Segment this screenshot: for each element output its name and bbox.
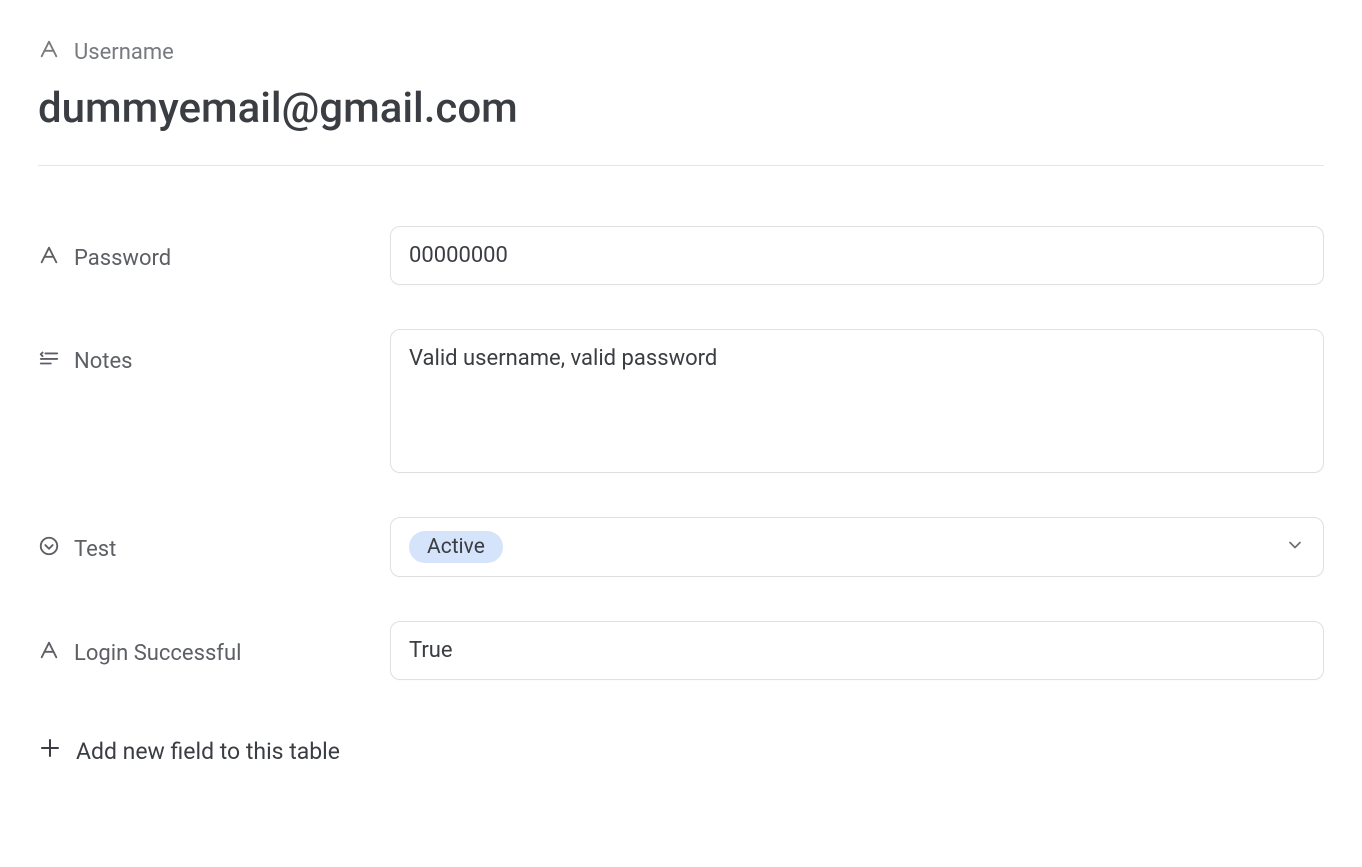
- plus-icon: [38, 736, 62, 766]
- single-select-icon: [38, 535, 60, 563]
- password-row: Password: [38, 226, 1324, 285]
- login-successful-label-text: Login Successful: [74, 641, 241, 666]
- notes-row: Notes: [38, 329, 1324, 473]
- username-field-label: Username: [74, 40, 174, 65]
- notes-label: Notes: [38, 329, 390, 375]
- test-select[interactable]: Active: [390, 517, 1324, 577]
- login-successful-label: Login Successful: [38, 621, 390, 667]
- add-field-button[interactable]: Add new field to this table: [38, 736, 1324, 766]
- password-label: Password: [38, 226, 390, 272]
- test-label-text: Test: [74, 537, 116, 562]
- test-label: Test: [38, 517, 390, 563]
- text-field-icon: [38, 38, 60, 66]
- password-label-text: Password: [74, 246, 171, 271]
- notes-input[interactable]: [390, 329, 1324, 473]
- divider: [38, 165, 1324, 166]
- notes-label-text: Notes: [74, 349, 132, 374]
- add-field-label: Add new field to this table: [76, 738, 340, 765]
- test-row: Test Active: [38, 517, 1324, 577]
- text-field-icon: [38, 639, 60, 667]
- chevron-down-icon: [1285, 535, 1305, 559]
- login-successful-input[interactable]: [390, 621, 1324, 680]
- text-field-icon: [38, 244, 60, 272]
- test-selected-pill: Active: [409, 531, 503, 563]
- username-field-header: Username: [38, 38, 1324, 66]
- password-input[interactable]: [390, 226, 1324, 285]
- login-successful-row: Login Successful: [38, 621, 1324, 680]
- record-title[interactable]: dummyemail@gmail.com: [38, 84, 1324, 133]
- long-text-icon: [38, 347, 60, 375]
